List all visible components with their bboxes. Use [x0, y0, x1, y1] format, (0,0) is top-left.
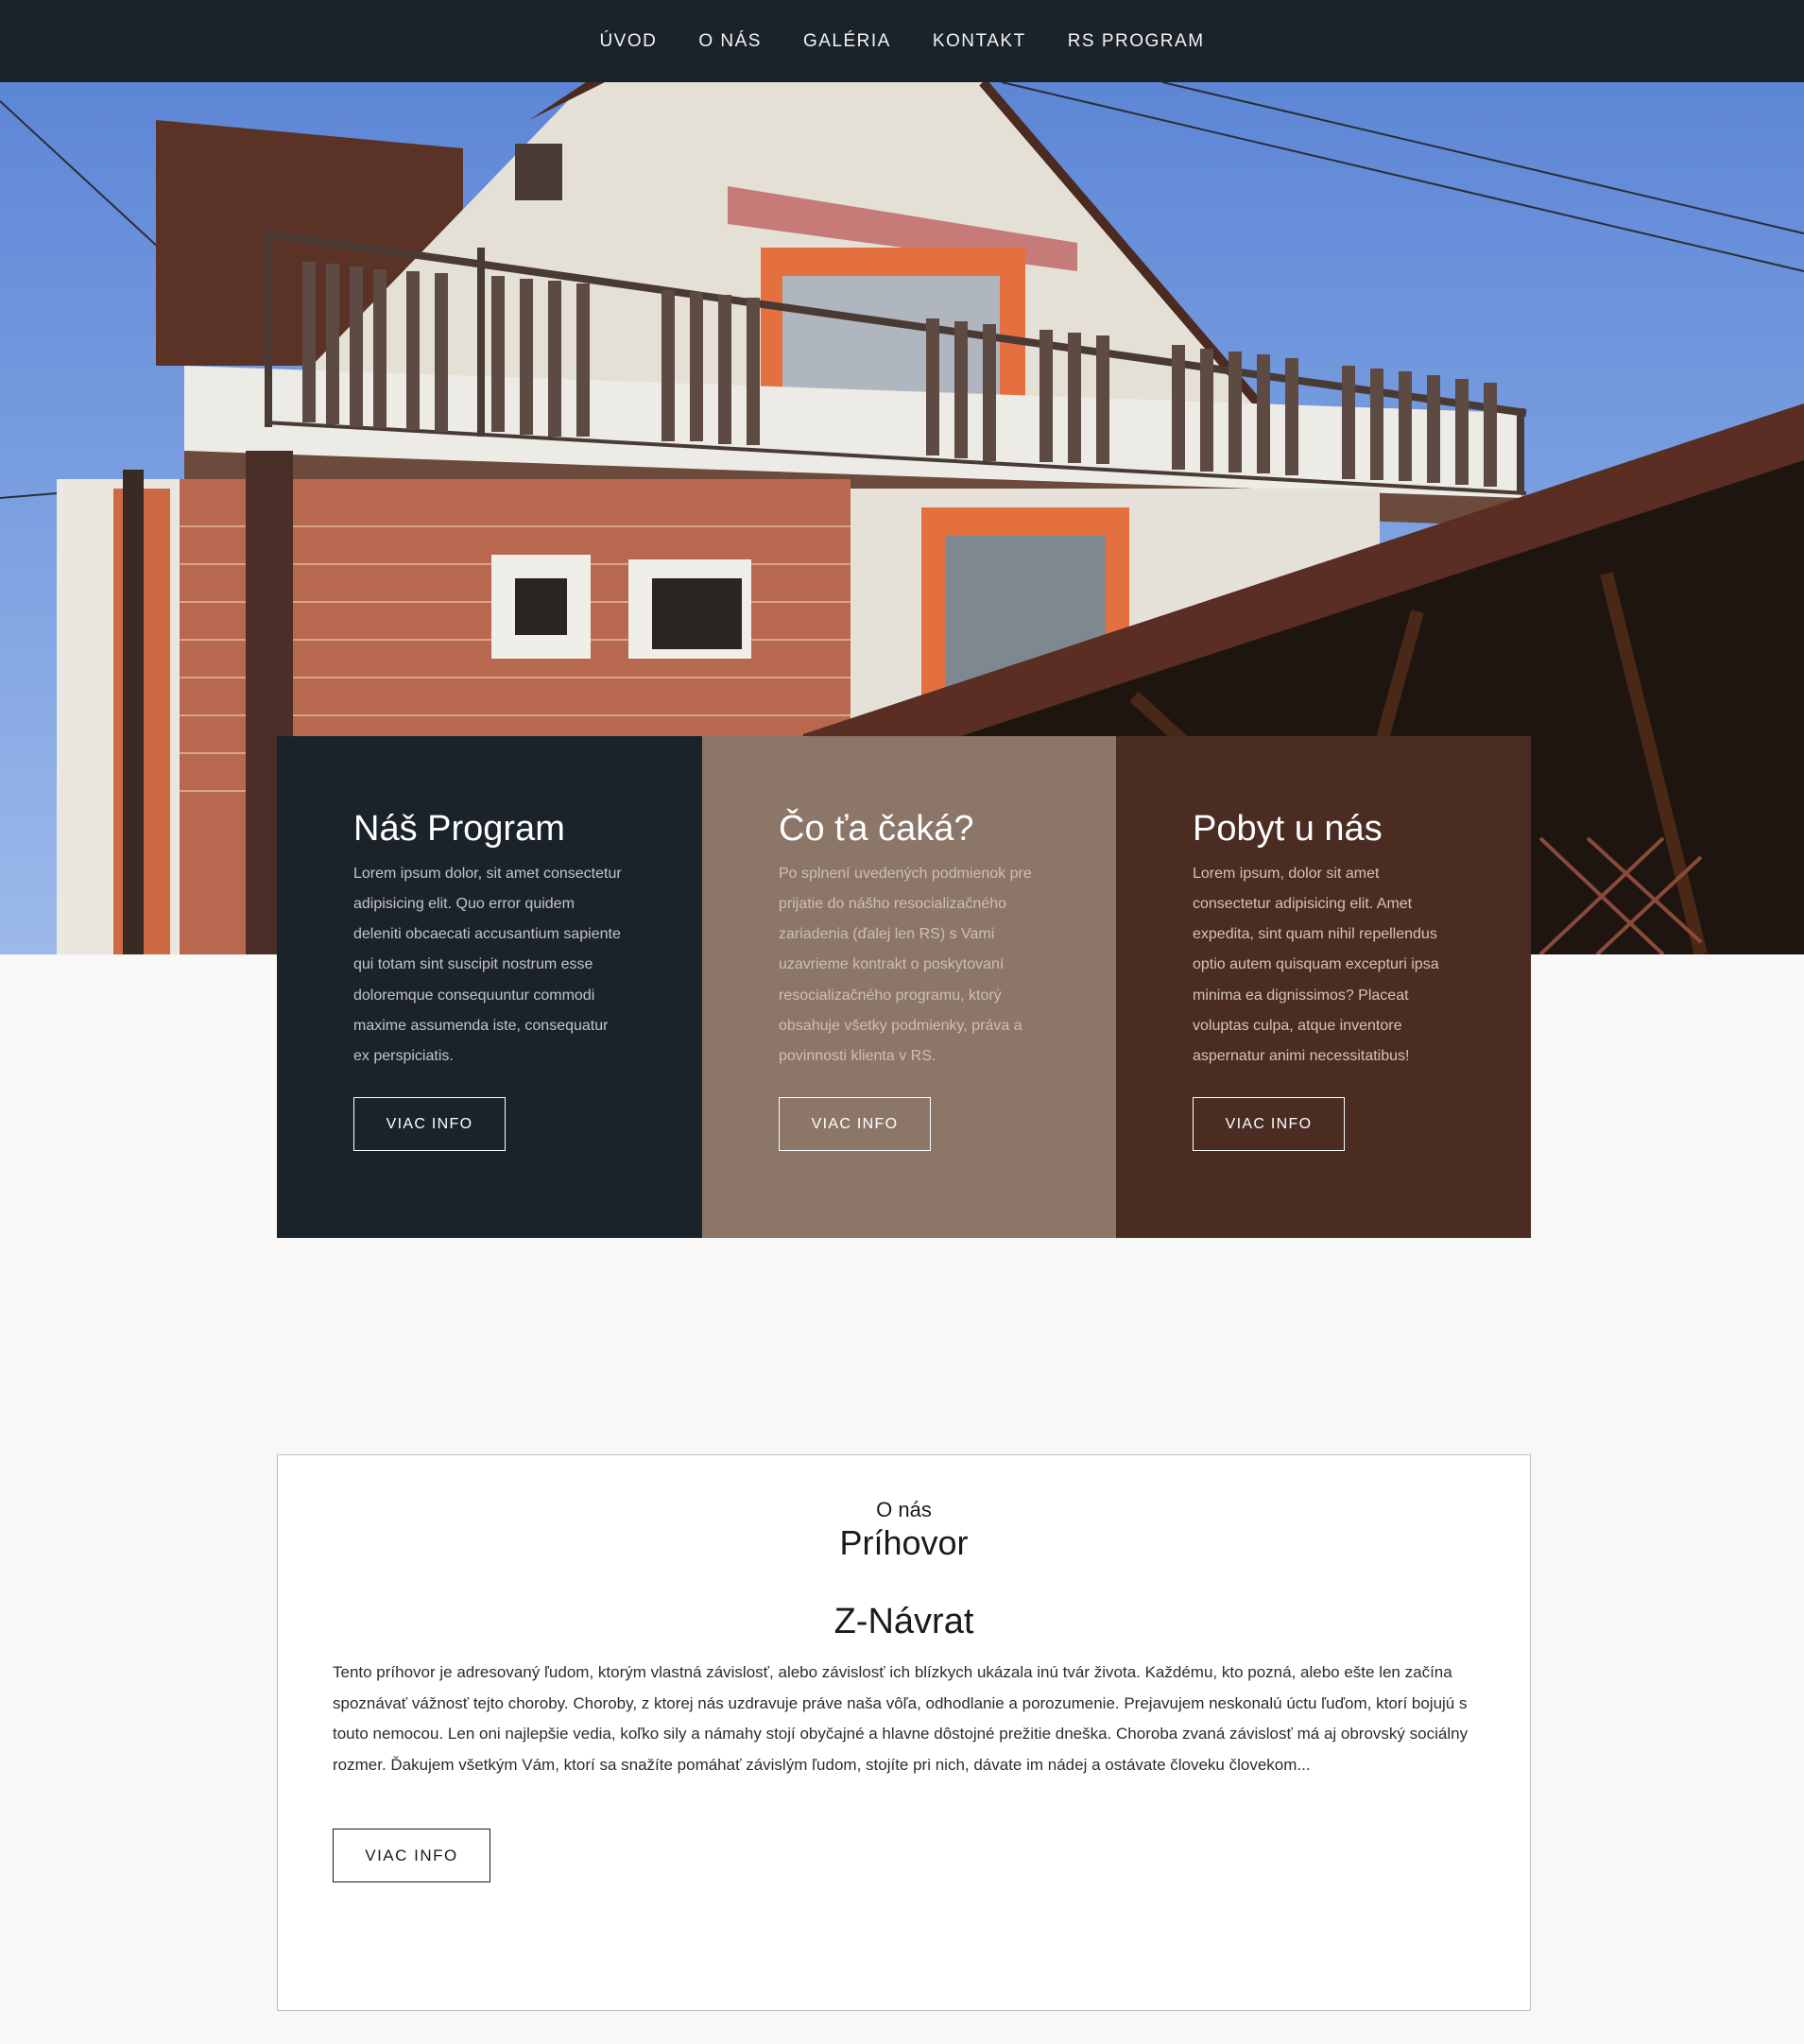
feature-cards: Náš Program Lorem ipsum dolor, sit amet …	[277, 736, 1531, 1238]
about-section: O nás Príhovor Z-Návrat Tento príhovor j…	[277, 1454, 1531, 2011]
card-title: Pobyt u nás	[1193, 809, 1383, 849]
card-co-ta-caka: Čo ťa čaká? Po splnení uvedených podmien…	[702, 736, 1116, 1238]
card-title: Čo ťa čaká?	[779, 809, 974, 849]
section-title: Príhovor	[839, 1523, 969, 1562]
nav-item-galeria[interactable]: GALÉRIA	[803, 31, 891, 52]
viac-info-button[interactable]: VIAC INFO	[1193, 1096, 1345, 1151]
section-subtitle: Z-Návrat	[833, 1602, 974, 1641]
section-kicker: O nás	[876, 1498, 932, 1521]
card-pobyt-u-nas: Pobyt u nás Lorem ipsum, dolor sit amet …	[1116, 736, 1531, 1238]
viac-info-button[interactable]: VIAC INFO	[353, 1096, 506, 1151]
nav-item-rs-program[interactable]: RS PROGRAM	[1068, 31, 1205, 52]
nav-item-kontakt[interactable]: KONTAKT	[933, 31, 1026, 52]
card-text: Po splnení uvedených podmienok pre prija…	[779, 865, 1032, 1065]
nav-item-uvod[interactable]: ÚVOD	[599, 31, 657, 52]
top-nav: ÚVOD O NÁS GALÉRIA KONTAKT RS PROGRAM	[0, 0, 1804, 82]
viac-info-button[interactable]: VIAC INFO	[779, 1096, 931, 1151]
card-title: Náš Program	[353, 809, 565, 849]
viac-info-button[interactable]: VIAC INFO	[333, 1829, 490, 1882]
section-text: Tento príhovor je adresovaný ľudom, ktor…	[333, 1663, 1469, 1774]
card-text: Lorem ipsum, dolor sit amet consectetur …	[1193, 865, 1439, 1065]
card-nas-program: Náš Program Lorem ipsum dolor, sit amet …	[277, 736, 702, 1238]
card-text: Lorem ipsum dolor, sit amet consectetur …	[353, 865, 622, 1065]
nav-item-o-nas[interactable]: O NÁS	[698, 31, 762, 52]
